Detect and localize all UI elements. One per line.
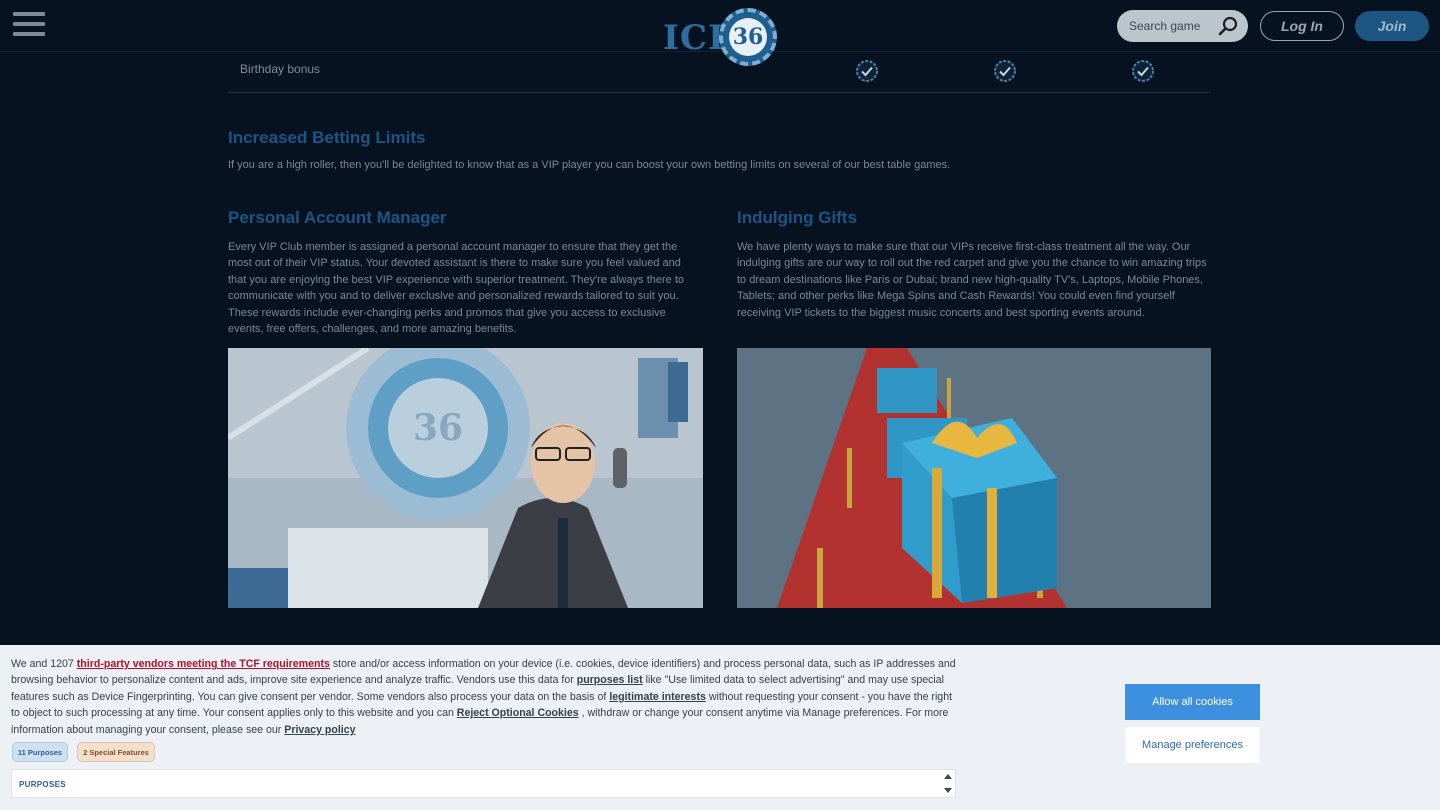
search-input[interactable] (1129, 19, 1225, 33)
legitimate-interests-link[interactable]: legitimate interests (609, 691, 706, 703)
login-button[interactable]: Log In (1260, 11, 1344, 41)
vendors-link[interactable]: third-party vendors meeting the TCF requ… (77, 658, 330, 670)
logo-number: 36 (729, 18, 767, 56)
check-icon (856, 60, 878, 82)
purposes-heading: PURPOSES (19, 780, 66, 789)
check-icon (1132, 60, 1154, 82)
row-label: Birthday bonus (240, 62, 321, 76)
join-button[interactable]: Join (1355, 11, 1429, 41)
allow-all-cookies-button[interactable]: Allow all cookies (1125, 684, 1260, 720)
search-box[interactable] (1117, 10, 1248, 42)
indulging-gifts-text: We have plenty ways to make sure that ou… (737, 241, 1207, 319)
site-logo[interactable]: ICE 36 (663, 8, 779, 66)
site-header: ICE 36 Log In Join (0, 0, 1440, 66)
manage-preferences-button[interactable]: Manage preferences (1125, 727, 1260, 763)
special-features-badge[interactable]: 2 Special Features (77, 742, 155, 762)
menu-icon[interactable] (13, 12, 45, 40)
check-icon (994, 60, 1016, 82)
purposes-badge[interactable]: 11 Purposes (12, 742, 68, 762)
cookie-text-part: We and 1207 (11, 658, 77, 670)
cookie-consent-banner: We and 1207 third-party vendors meeting … (0, 645, 1440, 810)
scroll-down-icon[interactable] (944, 788, 952, 793)
account-manager-image: 36 (228, 348, 703, 608)
indulging-gifts-title: Indulging Gifts (737, 208, 857, 227)
betting-limits-text: If you are a high roller, then you'll be… (228, 159, 951, 171)
betting-limits-title: Increased Betting Limits (228, 128, 426, 147)
account-manager-title: Personal Account Manager (228, 208, 447, 227)
search-icon[interactable] (1218, 16, 1238, 36)
reject-cookies-link[interactable]: Reject Optional Cookies (457, 707, 579, 719)
purposes-list-box[interactable]: PURPOSES (11, 769, 956, 798)
purposes-list-link[interactable]: purposes list (577, 674, 643, 686)
scroll-up-icon[interactable] (944, 774, 952, 779)
svg-text:36: 36 (413, 407, 463, 449)
indulging-gifts-image (737, 348, 1211, 608)
logo-chip-icon: 36 (719, 8, 777, 66)
privacy-policy-link[interactable]: Privacy policy (284, 724, 355, 736)
cookie-consent-text: We and 1207 third-party vendors meeting … (11, 656, 956, 738)
account-manager-text: Every VIP Club member is assigned a pers… (228, 241, 685, 336)
